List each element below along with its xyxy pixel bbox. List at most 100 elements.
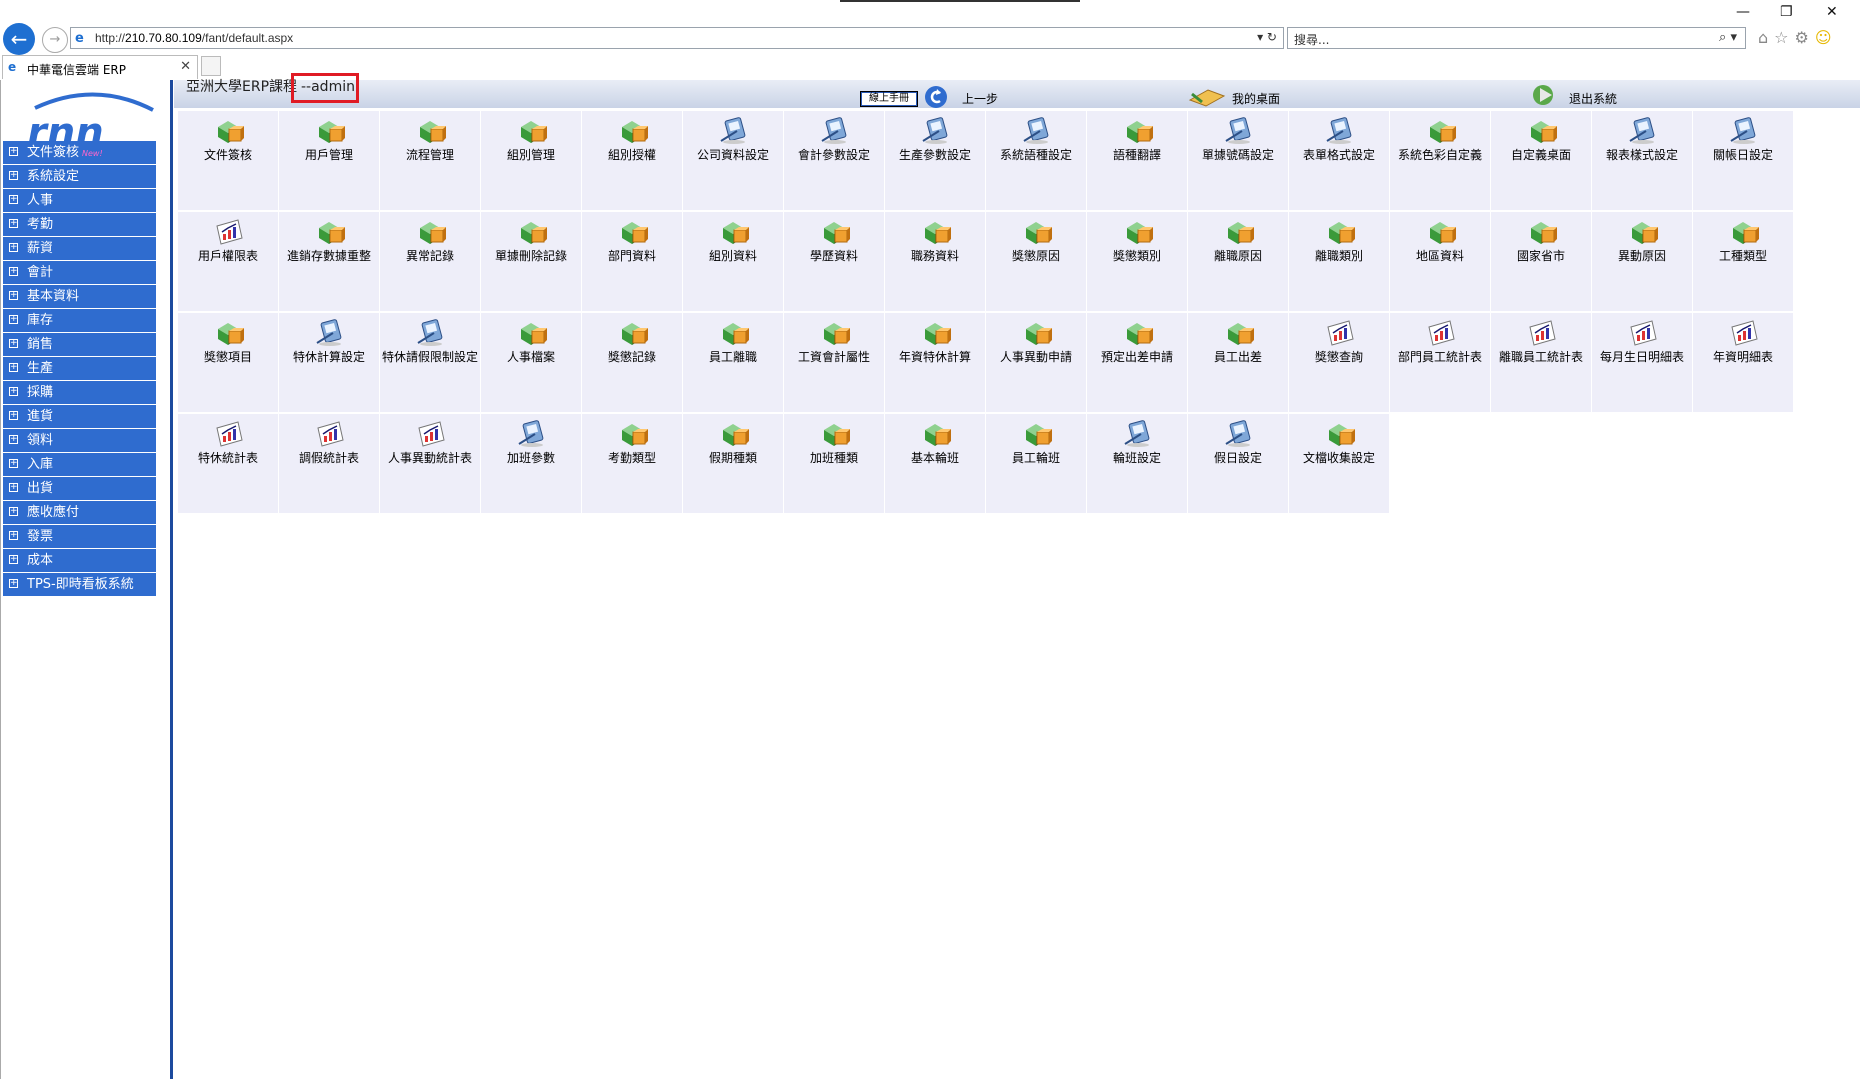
- function-tile[interactable]: 單據號碼設定: [1188, 111, 1288, 210]
- function-tile[interactable]: 文檔收集設定: [1289, 414, 1389, 513]
- function-tile[interactable]: 員工離職: [683, 313, 783, 412]
- menu-item[interactable]: + 銷售: [3, 333, 156, 356]
- back-button[interactable]: ←: [3, 23, 35, 55]
- menu-item[interactable]: + 文件簽核 New!: [3, 141, 156, 164]
- menu-item[interactable]: + 發票: [3, 525, 156, 548]
- function-tile[interactable]: 員工出差: [1188, 313, 1288, 412]
- function-tile[interactable]: 自定義桌面: [1491, 111, 1591, 210]
- close-window-icon[interactable]: ✕: [1826, 4, 1838, 20]
- menu-item[interactable]: + 生產: [3, 357, 156, 380]
- function-tile[interactable]: 報表樣式設定: [1592, 111, 1692, 210]
- menu-item[interactable]: + 人事: [3, 189, 156, 212]
- expand-plus-icon[interactable]: +: [9, 459, 18, 468]
- function-tile[interactable]: 系統語種設定: [986, 111, 1086, 210]
- function-tile[interactable]: 基本輪班: [885, 414, 985, 513]
- function-tile[interactable]: 離職原因: [1188, 212, 1288, 311]
- function-tile[interactable]: 員工輪班: [986, 414, 1086, 513]
- function-tile[interactable]: 組別資料: [683, 212, 783, 311]
- function-tile[interactable]: 異常記錄: [380, 212, 480, 311]
- expand-plus-icon[interactable]: +: [9, 531, 18, 540]
- function-tile[interactable]: 人事檔案: [481, 313, 581, 412]
- function-tile[interactable]: 人事異動統計表: [380, 414, 480, 513]
- function-tile[interactable]: 地區資料: [1390, 212, 1490, 311]
- forward-button[interactable]: →: [42, 27, 68, 53]
- back-step-link[interactable]: 上一步: [962, 90, 998, 107]
- smiley-icon[interactable]: ☺: [1815, 28, 1838, 47]
- function-tile[interactable]: 公司資料設定: [683, 111, 783, 210]
- expand-plus-icon[interactable]: +: [9, 339, 18, 348]
- function-tile[interactable]: 預定出差申請: [1087, 313, 1187, 412]
- function-tile[interactable]: 單據刪除記錄: [481, 212, 581, 311]
- menu-item[interactable]: + 系統設定: [3, 165, 156, 188]
- function-tile[interactable]: 加班種類: [784, 414, 884, 513]
- expand-plus-icon[interactable]: +: [9, 171, 18, 180]
- logout-link[interactable]: 退出系統: [1569, 90, 1617, 107]
- function-tile[interactable]: 國家省市: [1491, 212, 1591, 311]
- back-step-icon[interactable]: [924, 85, 948, 109]
- browser-tab[interactable]: e 中華電信雲端 ERP ✕: [2, 55, 198, 79]
- function-tile[interactable]: 特休請假限制設定: [380, 313, 480, 412]
- menu-item[interactable]: + 領料: [3, 429, 156, 452]
- function-tile[interactable]: 調假統計表: [279, 414, 379, 513]
- menu-item[interactable]: + TPS-即時看板系統: [3, 573, 156, 596]
- menu-item[interactable]: + 應收應付: [3, 501, 156, 524]
- manual-button[interactable]: 線上手冊: [860, 91, 918, 107]
- function-tile[interactable]: 關帳日設定: [1693, 111, 1793, 210]
- function-tile[interactable]: 文件簽核: [178, 111, 278, 210]
- function-tile[interactable]: 表單格式設定: [1289, 111, 1389, 210]
- expand-plus-icon[interactable]: +: [9, 243, 18, 252]
- expand-plus-icon[interactable]: +: [9, 363, 18, 372]
- function-tile[interactable]: 職務資料: [885, 212, 985, 311]
- logout-icon[interactable]: [1530, 82, 1560, 108]
- menu-item[interactable]: + 進貨: [3, 405, 156, 428]
- menu-item[interactable]: + 入庫: [3, 453, 156, 476]
- menu-item[interactable]: + 成本: [3, 549, 156, 572]
- restore-icon[interactable]: ❐: [1780, 4, 1793, 20]
- refresh-icon[interactable]: ▾ ↻: [1257, 30, 1277, 44]
- function-tile[interactable]: 每月生日明細表: [1592, 313, 1692, 412]
- expand-plus-icon[interactable]: +: [9, 411, 18, 420]
- home-icon[interactable]: ⌂: [1758, 28, 1774, 47]
- expand-plus-icon[interactable]: +: [9, 219, 18, 228]
- desktop-icon[interactable]: [1188, 84, 1226, 108]
- function-tile[interactable]: 年資明細表: [1693, 313, 1793, 412]
- function-tile[interactable]: 假期種類: [683, 414, 783, 513]
- function-tile[interactable]: 進銷存數據重整: [279, 212, 379, 311]
- function-tile[interactable]: 會計參數設定: [784, 111, 884, 210]
- function-tile[interactable]: 加班參數: [481, 414, 581, 513]
- menu-item[interactable]: + 採購: [3, 381, 156, 404]
- my-desktop-link[interactable]: 我的桌面: [1232, 90, 1280, 107]
- menu-item[interactable]: + 出貨: [3, 477, 156, 500]
- menu-item[interactable]: + 基本資料: [3, 285, 156, 308]
- function-tile[interactable]: 組別管理: [481, 111, 581, 210]
- function-tile[interactable]: 流程管理: [380, 111, 480, 210]
- function-tile[interactable]: 工資會計屬性: [784, 313, 884, 412]
- expand-plus-icon[interactable]: +: [9, 291, 18, 300]
- function-tile[interactable]: 特休計算設定: [279, 313, 379, 412]
- function-tile[interactable]: 假日設定: [1188, 414, 1288, 513]
- function-tile[interactable]: 離職員工統計表: [1491, 313, 1591, 412]
- search-box[interactable]: 搜尋... ⌕ ▾: [1287, 27, 1746, 49]
- function-tile[interactable]: 獎懲原因: [986, 212, 1086, 311]
- expand-plus-icon[interactable]: +: [9, 483, 18, 492]
- function-tile[interactable]: 輪班設定: [1087, 414, 1187, 513]
- function-tile[interactable]: 組別授權: [582, 111, 682, 210]
- function-tile[interactable]: 用戶管理: [279, 111, 379, 210]
- function-tile[interactable]: 工種類型: [1693, 212, 1793, 311]
- address-bar[interactable]: e http://210.70.80.109/fant/default.aspx…: [70, 27, 1284, 49]
- menu-item[interactable]: + 庫存: [3, 309, 156, 332]
- function-tile[interactable]: 離職類別: [1289, 212, 1389, 311]
- function-tile[interactable]: 部門資料: [582, 212, 682, 311]
- expand-plus-icon[interactable]: +: [9, 387, 18, 396]
- function-tile[interactable]: 獎懲類別: [1087, 212, 1187, 311]
- function-tile[interactable]: 用戶權限表: [178, 212, 278, 311]
- function-tile[interactable]: 考勤類型: [582, 414, 682, 513]
- expand-plus-icon[interactable]: +: [9, 435, 18, 444]
- search-icon[interactable]: ⌕ ▾: [1719, 30, 1737, 45]
- expand-plus-icon[interactable]: +: [9, 579, 18, 588]
- function-tile[interactable]: 獎懲記錄: [582, 313, 682, 412]
- function-tile[interactable]: 特休統計表: [178, 414, 278, 513]
- function-tile[interactable]: 年資特休計算: [885, 313, 985, 412]
- function-tile[interactable]: 異動原因: [1592, 212, 1692, 311]
- function-tile[interactable]: 部門員工統計表: [1390, 313, 1490, 412]
